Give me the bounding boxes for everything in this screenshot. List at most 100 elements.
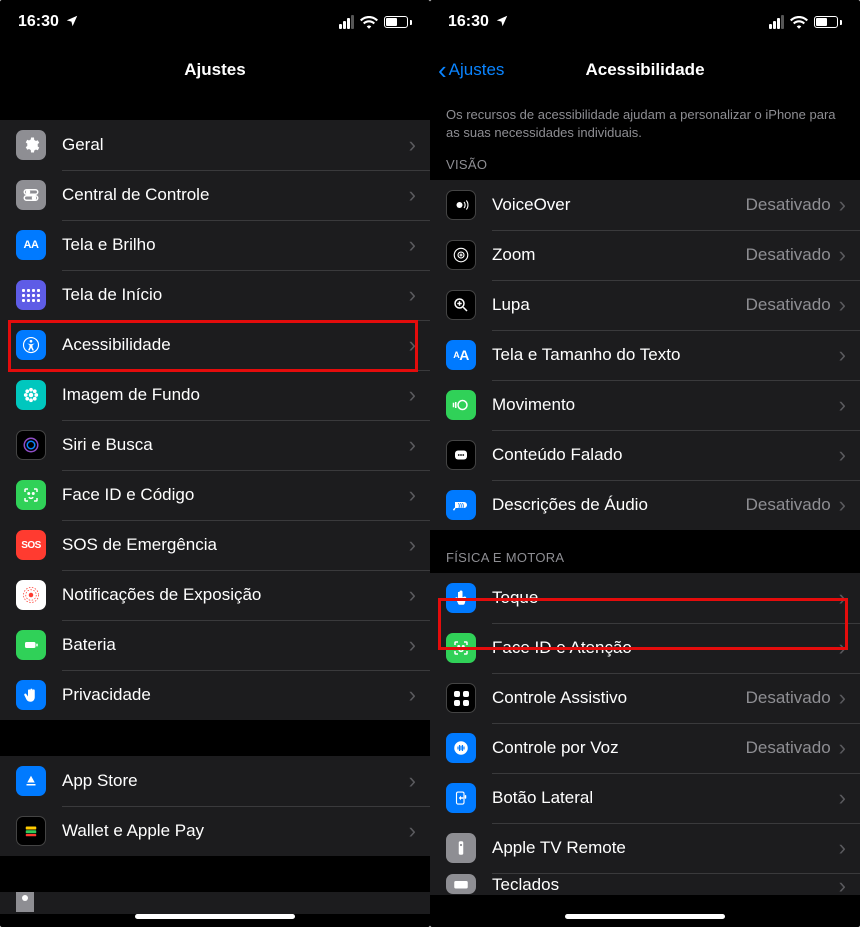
chevron-right-icon: › [839,192,846,218]
appstore-icon [16,766,46,796]
row-siri[interactable]: Siri e Busca › [0,420,430,470]
home-indicator[interactable] [565,914,725,919]
battery-icon [384,16,412,28]
row-exposure[interactable]: Notificações de Exposição › [0,570,430,620]
wallet-icon [16,816,46,846]
row-label: Central de Controle [62,185,409,205]
row-zoom[interactable]: Zoom Desativado › [430,230,860,280]
chevron-right-icon: › [839,835,846,861]
section-header-vision: VISÃO [430,145,860,180]
row-value: Desativado [746,195,831,215]
row-motion[interactable]: Movimento › [430,380,860,430]
row-switch[interactable]: Controle Assistivo Desativado › [430,673,860,723]
row-label: Zoom [492,245,746,265]
chevron-right-icon: › [839,242,846,268]
row-wallpaper[interactable]: Imagem de Fundo › [0,370,430,420]
row-label: SOS de Emergência [62,535,409,555]
settings-group-1: Geral › Central de Controle › AA Tela e … [0,120,430,720]
cellular-icon [769,15,784,29]
row-label: Movimento [492,395,839,415]
chevron-right-icon: › [839,585,846,611]
row-value: Desativado [746,495,831,515]
row-accessibility[interactable]: Acessibilidade › [0,320,430,370]
row-label: Conteúdo Falado [492,445,839,465]
chevron-right-icon: › [839,392,846,418]
row-label: Acessibilidade [62,335,409,355]
row-voiceover[interactable]: VoiceOver Desativado › [430,180,860,230]
row-label: Face ID e Atenção [492,638,839,658]
row-value: Desativado [746,688,831,708]
row-general[interactable]: Geral › [0,120,430,170]
row-voice[interactable]: Controle por Voz Desativado › [430,723,860,773]
toggles-icon [16,180,46,210]
row-display[interactable]: AA Tela e Brilho › [0,220,430,270]
chevron-right-icon: › [409,768,416,794]
chevron-right-icon: › [839,873,846,895]
location-icon [495,14,509,31]
row-appletv[interactable]: Apple TV Remote › [430,823,860,873]
row-label: Tela e Tamanho do Texto [492,345,839,365]
row-textsize[interactable]: AA Tela e Tamanho do Texto › [430,330,860,380]
voiceover-icon [446,190,476,220]
page-title: Acessibilidade [585,60,704,80]
status-time: 16:30 [448,13,489,31]
row-wallet[interactable]: Wallet e Apple Pay › [0,806,430,856]
chevron-left-icon: ‹ [438,57,447,83]
row-faceid[interactable]: Face ID e Código › [0,470,430,520]
chevron-right-icon: › [839,492,846,518]
row-value: Desativado [746,738,831,758]
sos-icon: SOS [16,530,46,560]
row-sidebutton[interactable]: Botão Lateral › [430,773,860,823]
face-icon [16,480,46,510]
back-button[interactable]: ‹ Ajustes [438,57,504,83]
row-home[interactable]: Tela de Início › [0,270,430,320]
audiodesc-icon: ))) [446,490,476,520]
row-controlcenter[interactable]: Central de Controle › [0,170,430,220]
nav-bar: ‹ Ajustes Acessibilidade [430,44,860,96]
row-label: App Store [62,771,409,791]
row-spoken[interactable]: Conteúdo Falado › [430,430,860,480]
row-label: Privacidade [62,685,409,705]
grid-icon [16,280,46,310]
nav-bar: Ajustes [0,44,430,96]
gear-icon [16,130,46,160]
hand-icon [16,680,46,710]
exposure-icon [16,580,46,610]
chevron-right-icon: › [409,132,416,158]
intro-text: Os recursos de acessibilidade ajudam a p… [430,96,860,145]
page-title: Ajustes [184,60,245,80]
row-privacy[interactable]: Privacidade › [0,670,430,720]
voice-icon [446,733,476,763]
row-touch[interactable]: Toque › [430,573,860,623]
row-audiodesc[interactable]: ))) Descrições de Áudio Desativado › [430,480,860,530]
chevron-right-icon: › [839,785,846,811]
chevron-right-icon: › [409,432,416,458]
row-label: Controle Assistivo [492,688,746,708]
home-indicator[interactable] [135,914,295,919]
row-value: Desativado [746,295,831,315]
battery-icon [16,630,46,660]
row-magnifier[interactable]: Lupa Desativado › [430,280,860,330]
row-label: Siri e Busca [62,435,409,455]
status-time: 16:30 [18,13,59,31]
row-keyboards-partial[interactable]: Teclados › [430,873,860,895]
back-label: Ajustes [449,60,505,80]
row-value: Desativado [746,245,831,265]
row-label: Wallet e Apple Pay [62,821,409,841]
sidebutton-icon [446,783,476,813]
chevron-right-icon: › [839,342,846,368]
row-appstore[interactable]: App Store › [0,756,430,806]
chevron-right-icon: › [839,685,846,711]
row-faceattn[interactable]: Face ID e Atenção › [430,623,860,673]
accessibility-icon [16,330,46,360]
chevron-right-icon: › [409,632,416,658]
spoken-icon [446,440,476,470]
row-partial[interactable] [0,892,430,914]
row-battery[interactable]: Bateria › [0,620,430,670]
chevron-right-icon: › [409,582,416,608]
row-sos[interactable]: SOS SOS de Emergência › [0,520,430,570]
flower-icon [16,380,46,410]
chevron-right-icon: › [839,635,846,661]
chevron-right-icon: › [409,682,416,708]
wifi-icon [360,15,378,29]
